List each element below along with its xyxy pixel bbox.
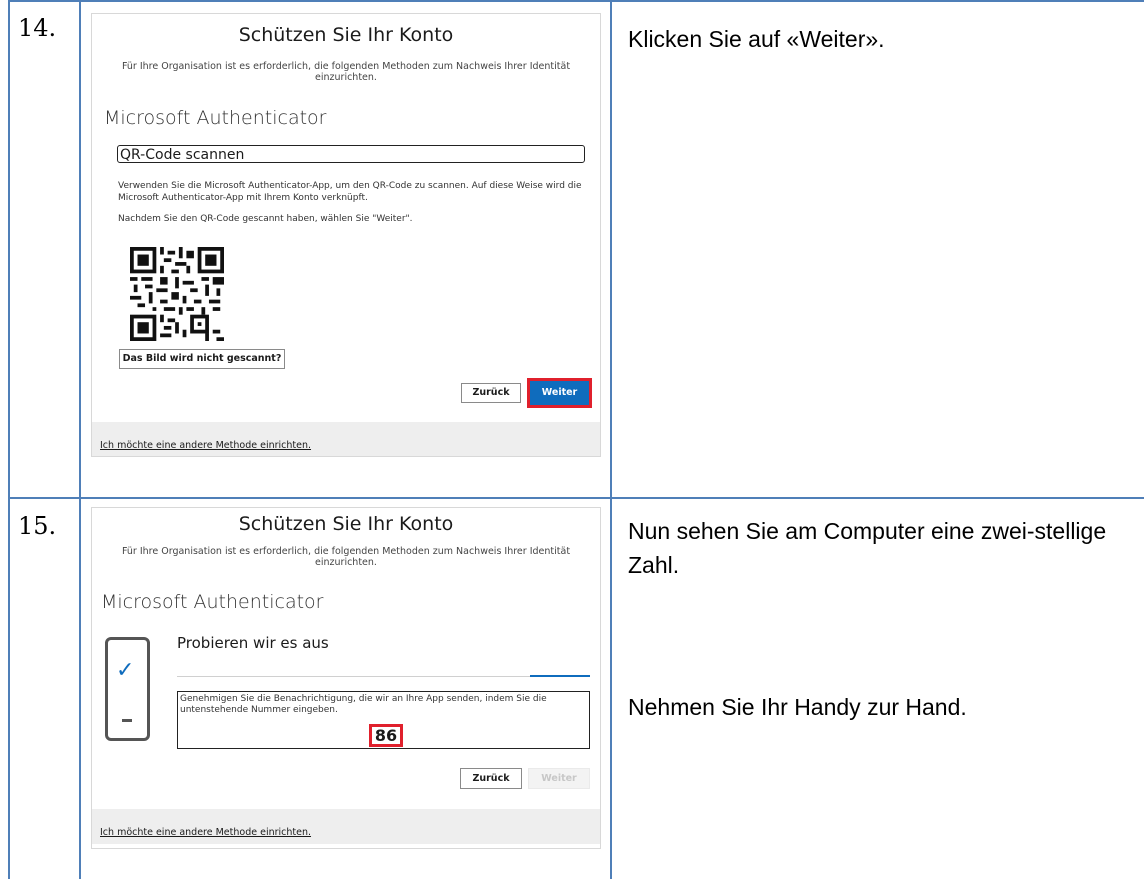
qr-code-image: [130, 247, 224, 341]
image-not-scanned-button[interactable]: Das Bild wird nicht gescannt?: [119, 349, 285, 369]
table-border-top: [8, 0, 1144, 2]
instructions-text-2: Nachdem Sie den QR-Code gescannt haben, …: [118, 214, 413, 224]
table-border-left: [8, 0, 10, 879]
table-border-col2: [610, 0, 612, 879]
step-number: 15.: [18, 512, 57, 540]
page-footer: Ich möchte eine andere Methode einrichte…: [92, 809, 600, 844]
page-title: Schützen Sie Ihr Konto: [238, 513, 454, 535]
approve-text: Genehmigen Sie die Benachrichtigung, die…: [180, 694, 547, 715]
verification-number: 86: [374, 726, 398, 745]
approve-notification-box: Genehmigen Sie die Benachrichtigung, die…: [177, 691, 590, 749]
page-subtitle: Für Ihre Organisation ist es erforderlic…: [121, 546, 571, 568]
step-instruction: Nun sehen Sie am Computer eine zwei-stel…: [628, 518, 1107, 578]
back-button[interactable]: Zurück: [461, 383, 521, 403]
page-subtitle: Für Ihre Organisation ist es erforderlic…: [121, 61, 571, 83]
other-method-link[interactable]: Ich möchte eine andere Methode einrichte…: [100, 440, 311, 451]
checkmark-icon: ✓: [116, 658, 135, 683]
next-button: Weiter: [528, 768, 590, 789]
phone-icon: ✓: [105, 637, 150, 741]
instructions-text: Verwenden Sie die Microsoft Authenticato…: [118, 181, 582, 203]
section-heading: QR-Code scannen: [117, 145, 585, 163]
table-border-middle: [8, 497, 1144, 499]
app-title: Microsoft Authenticator: [101, 591, 324, 613]
screenshot-qr-step: Schützen Sie Ihr Konto Für Ihre Organisa…: [91, 13, 601, 457]
page-footer: Ich möchte eine andere Methode einrichte…: [92, 422, 600, 456]
other-method-link[interactable]: Ich möchte eine andere Methode einrichte…: [100, 827, 311, 838]
next-button[interactable]: Weiter: [530, 381, 589, 405]
step-instruction: Klicken Sie auf «Weiter».: [628, 26, 885, 52]
step-number: 14.: [18, 14, 57, 42]
app-title: Microsoft Authenticator: [104, 107, 327, 129]
screenshot-number-step: Schützen Sie Ihr Konto Für Ihre Organisa…: [91, 507, 601, 849]
try-heading: Probieren wir es aus: [177, 634, 329, 652]
table-border-col1: [79, 0, 81, 879]
progress-bar: [177, 675, 590, 677]
back-button[interactable]: Zurück: [460, 768, 522, 789]
step-instruction-2: Nehmen Sie Ihr Handy zur Hand.: [628, 694, 967, 720]
page-title: Schützen Sie Ihr Konto: [238, 24, 454, 46]
